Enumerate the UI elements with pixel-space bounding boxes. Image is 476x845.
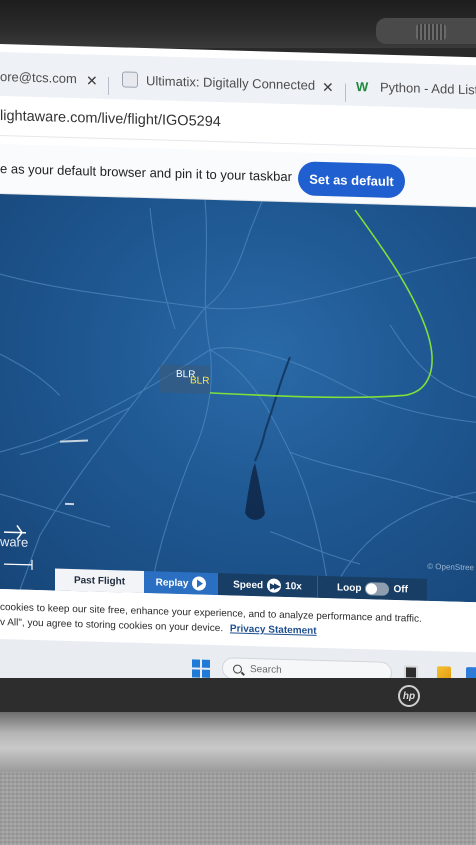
tab-divider xyxy=(345,83,346,102)
hp-logo: hp xyxy=(398,685,420,707)
tab-email[interactable]: ore@tcs.com xyxy=(0,58,77,96)
map-canvas: BLR BLR xyxy=(0,199,476,599)
windows-start-icon[interactable] xyxy=(192,659,210,678)
tab-ultimatix[interactable]: Ultimatix: Digitally Connected xyxy=(122,61,315,102)
tab-python[interactable]: W Python - Add List I xyxy=(356,68,476,108)
river-shape xyxy=(254,356,291,462)
past-flight-label: Past Flight xyxy=(73,574,126,587)
replay-button[interactable]: Replay xyxy=(144,571,218,596)
loop-label: Loop xyxy=(337,581,362,594)
map-roads xyxy=(0,199,476,599)
lake-shape xyxy=(245,463,265,520)
tab-label: Ultimatix: Digitally Connected xyxy=(146,72,316,93)
brand-text-fragment: ware xyxy=(0,534,29,550)
tab-close-icon[interactable]: ✕ xyxy=(86,72,98,89)
flight-route-line xyxy=(209,209,433,399)
speed-label: Speed xyxy=(233,579,264,591)
replay-label: Replay xyxy=(155,576,189,589)
laptop-screen: ore@tcs.com ✕ Ultimatix: Digitally Conne… xyxy=(0,44,476,703)
banner-message: e as your default browser and pin it to … xyxy=(0,161,292,185)
webcam-shutter xyxy=(416,24,446,40)
flight-map[interactable]: BLR BLR ware © OpenStree Past Flight Rep… xyxy=(0,194,476,603)
map-attribution[interactable]: © OpenStree xyxy=(427,562,474,572)
set-as-default-button[interactable]: Set as default xyxy=(298,161,405,199)
tab-divider xyxy=(108,77,109,96)
loop-toggle[interactable]: Loop Off xyxy=(318,575,427,601)
tab-label: ore@tcs.com xyxy=(0,68,77,86)
w3schools-favicon-icon: W xyxy=(356,78,369,94)
past-flight-tab[interactable]: Past Flight xyxy=(55,568,144,594)
speed-value: 10x xyxy=(285,580,302,592)
airport-code-highlight: BLR xyxy=(190,375,209,387)
cookie-text-line2: v All", you agree to storing cookies on … xyxy=(0,617,224,635)
privacy-statement-link[interactable]: Privacy Statement xyxy=(230,623,317,636)
fast-forward-icon: ▶▶ xyxy=(267,578,282,593)
ultimatix-favicon-icon xyxy=(122,71,138,88)
hp-logo-text: hp xyxy=(402,690,416,702)
laptop-hinge xyxy=(0,712,476,772)
speed-button[interactable]: Speed ▶▶ 10x xyxy=(218,573,318,598)
laptop-speaker-grille xyxy=(0,772,476,845)
tab-close-icon[interactable]: ✕ xyxy=(322,79,334,96)
tab-label: Python - Add List I xyxy=(380,79,476,98)
address-url[interactable]: lightaware.com/live/flight/IGO5294 xyxy=(0,108,221,130)
search-icon xyxy=(233,664,242,674)
play-icon xyxy=(192,576,207,591)
search-placeholder: Search xyxy=(250,663,282,676)
toggle-switch-icon[interactable] xyxy=(365,581,390,596)
loop-state: Off xyxy=(393,583,408,595)
